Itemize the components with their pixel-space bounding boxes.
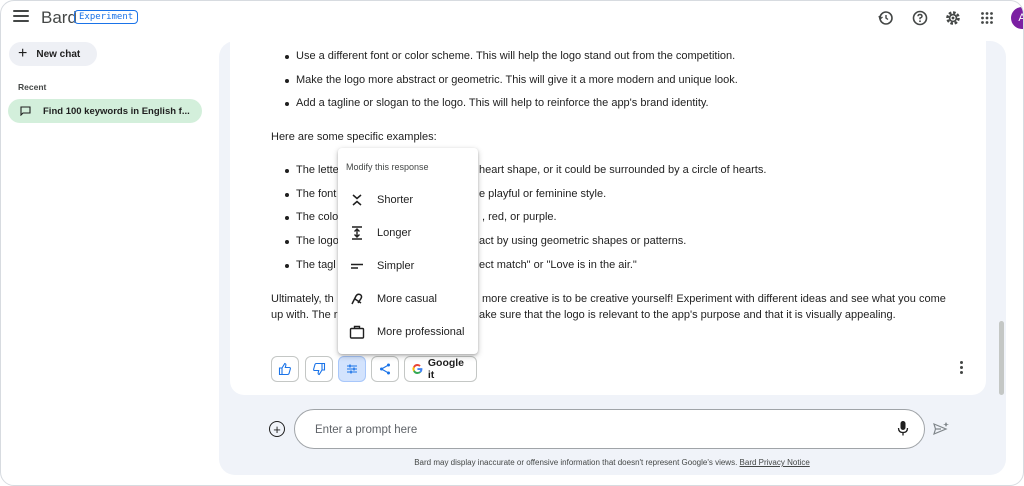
prompt-box bbox=[294, 409, 925, 449]
menu-item-label: Simpler bbox=[377, 260, 415, 272]
menu-item-label: More professional bbox=[377, 326, 465, 338]
conclusion-line-end: ake sure that the logo is relevant to th… bbox=[479, 309, 896, 321]
recent-label: Recent bbox=[18, 82, 47, 92]
casual-icon bbox=[349, 291, 365, 307]
example-bullet-end: , red, or purple. bbox=[482, 211, 557, 223]
thumbs-down-icon bbox=[313, 362, 326, 376]
share-button[interactable] bbox=[371, 356, 399, 382]
example-bullet-start: The colo bbox=[296, 211, 339, 223]
experiment-badge: Experiment bbox=[74, 10, 139, 24]
recent-chat-item[interactable]: Find 100 keywords in English f... bbox=[8, 99, 202, 123]
thumbs-up-icon bbox=[278, 362, 291, 376]
bullet-dot bbox=[285, 193, 289, 197]
example-bullet-start: The font bbox=[296, 188, 337, 200]
tune-icon bbox=[347, 364, 357, 374]
modify-response-menu: Modify this response Shorter Longer Simp… bbox=[338, 148, 478, 354]
plus-icon: + bbox=[18, 45, 28, 62]
menu-item-shorter[interactable]: Shorter bbox=[338, 185, 478, 215]
conclusion-line-start: Ultimately, th bbox=[271, 293, 334, 305]
menu-item-more-professional[interactable]: More professional bbox=[338, 317, 478, 347]
privacy-notice-link[interactable]: Bard Privacy Notice bbox=[740, 458, 810, 467]
prompt-input[interactable] bbox=[315, 420, 875, 440]
recent-chat-label: Find 100 keywords in English f... bbox=[43, 105, 190, 117]
new-chat-label: New chat bbox=[36, 48, 81, 60]
microphone-icon[interactable] bbox=[897, 420, 909, 437]
example-bullet-start: The lette bbox=[296, 164, 339, 176]
bard-window: Bard Experiment A + New chat Recent Find… bbox=[0, 0, 1024, 486]
add-content-button[interactable]: + bbox=[269, 421, 285, 437]
hamburger-menu-icon[interactable] bbox=[13, 10, 29, 24]
bullet-dot bbox=[285, 240, 289, 244]
shorter-icon bbox=[349, 192, 365, 208]
new-chat-button[interactable]: + New chat bbox=[9, 42, 97, 66]
menu-item-label: More casual bbox=[377, 293, 437, 305]
bullet-dot bbox=[285, 79, 289, 83]
apps-grid-icon[interactable] bbox=[976, 7, 998, 29]
avatar[interactable]: A bbox=[1011, 7, 1023, 29]
conclusion-line-start: up with. The r bbox=[271, 309, 338, 321]
menu-item-more-casual[interactable]: More casual bbox=[338, 284, 478, 314]
example-bullet-start: The tagl bbox=[296, 259, 336, 271]
history-icon[interactable] bbox=[875, 7, 897, 29]
bullet-dot bbox=[285, 102, 289, 106]
example-bullet-start: The logo bbox=[296, 235, 339, 247]
bullet-dot bbox=[285, 216, 289, 220]
bullet-dot bbox=[285, 169, 289, 173]
modify-response-button[interactable] bbox=[338, 356, 366, 382]
send-icon[interactable] bbox=[932, 421, 950, 437]
chat-bubble-icon bbox=[20, 106, 31, 117]
thumbs-down-button[interactable] bbox=[305, 356, 333, 382]
example-bullet-end: heart shape, or it could be surrounded b… bbox=[479, 164, 767, 176]
google-it-button[interactable]: Google it bbox=[404, 356, 477, 382]
response-bullet: Use a different font or color scheme. Th… bbox=[296, 50, 736, 62]
thumbs-up-button[interactable] bbox=[271, 356, 299, 382]
conclusion-line-end: more creative is to be creative yourself… bbox=[482, 293, 946, 305]
longer-icon bbox=[349, 225, 365, 241]
menu-item-longer[interactable]: Longer bbox=[338, 218, 478, 248]
brand-name: Bard bbox=[41, 8, 77, 27]
simpler-icon bbox=[349, 258, 365, 274]
menu-item-simpler[interactable]: Simpler bbox=[338, 251, 478, 281]
disclaimer: Bard may display inaccurate or offensive… bbox=[1, 458, 1023, 467]
bullet-dot bbox=[285, 55, 289, 59]
example-bullet-end: e playful or feminine style. bbox=[479, 188, 607, 200]
response-bullet: Add a tagline or slogan to the logo. Thi… bbox=[296, 97, 709, 109]
menu-item-label: Shorter bbox=[377, 194, 414, 206]
example-bullet-end: ect match" or "Love is in the air." bbox=[479, 259, 637, 271]
professional-icon bbox=[349, 324, 365, 340]
google-it-label: Google it bbox=[427, 357, 465, 381]
disclaimer-text: Bard may display inaccurate or offensive… bbox=[414, 458, 738, 467]
google-logo-icon bbox=[412, 364, 423, 374]
settings-icon[interactable] bbox=[942, 7, 964, 29]
top-bar: Bard Experiment A bbox=[1, 1, 1023, 35]
response-bullet: Make the logo more abstract or geometric… bbox=[296, 74, 738, 86]
bullet-dot bbox=[285, 264, 289, 268]
share-icon bbox=[380, 363, 390, 375]
more-options-icon[interactable] bbox=[957, 361, 965, 377]
plus-icon: + bbox=[273, 421, 281, 437]
menu-item-label: Longer bbox=[377, 227, 412, 239]
scrollbar[interactable] bbox=[999, 321, 1004, 395]
menu-title: Modify this response bbox=[346, 162, 429, 172]
examples-heading: Here are some specific examples: bbox=[271, 131, 437, 143]
help-icon[interactable] bbox=[909, 7, 931, 29]
example-bullet-end: act by using geometric shapes or pattern… bbox=[479, 235, 687, 247]
